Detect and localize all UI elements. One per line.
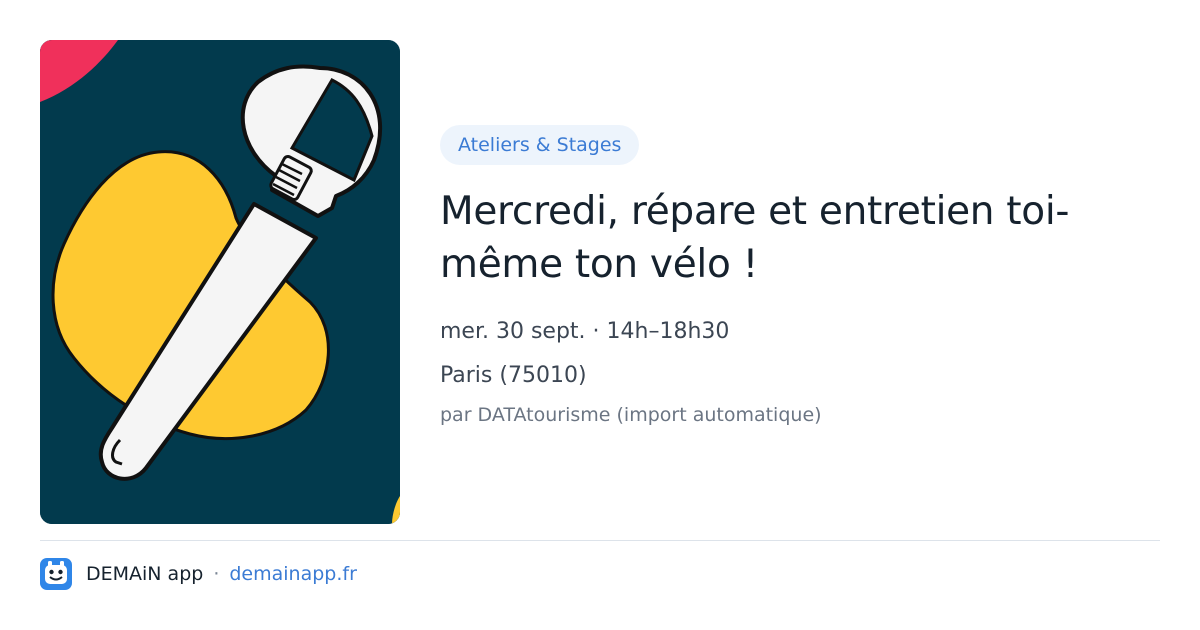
event-source: par DATAtourisme (import automatique)	[440, 404, 822, 426]
category-badge[interactable]: Ateliers & Stages	[440, 125, 640, 165]
footer: DEMAiN app · demainapp.fr	[40, 558, 357, 590]
demain-app-icon	[40, 558, 72, 590]
event-image[interactable]	[40, 40, 400, 524]
event-details: Ateliers & Stages Mercredi, répare et en…	[440, 125, 1160, 428]
site-link[interactable]: demainapp.fr	[229, 563, 357, 585]
event-date: mer. 30 sept. · 14h–18h30	[440, 319, 730, 344]
wrench-illustration	[40, 40, 400, 524]
event-title[interactable]: Mercredi, répare et entretien toi-même t…	[440, 185, 1160, 291]
footer-separator: ·	[213, 563, 220, 585]
event-location: Paris (75010)	[440, 363, 587, 388]
app-name: DEMAiN app	[86, 563, 204, 585]
footer-divider	[40, 540, 1160, 541]
